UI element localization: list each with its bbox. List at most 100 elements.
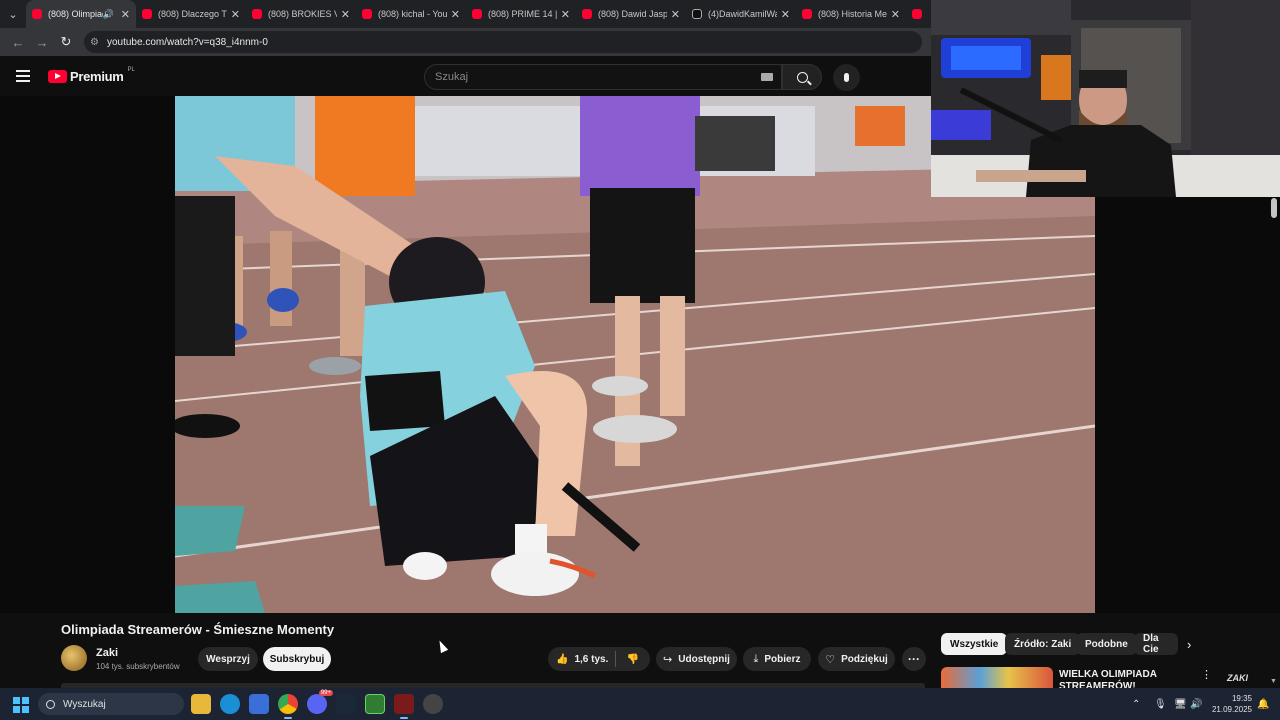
join-button[interactable]: Wesprzyj [198, 647, 258, 671]
browser-tab-5[interactable]: (808) Dawid Jaspe ✕ [576, 0, 686, 28]
download-button[interactable]: ⤓ Pobierz [743, 647, 811, 671]
browser-tab-0[interactable]: (808) Olimpiada 🔊 ✕ [26, 0, 136, 28]
youtube-icon [252, 9, 262, 19]
logo-text: Premium [70, 69, 124, 84]
discord-icon[interactable]: 99+ [307, 690, 333, 714]
dislike-button[interactable]: 👎 [616, 654, 650, 665]
close-tab-icon[interactable]: ✕ [341, 8, 350, 21]
file-explorer-icon[interactable] [191, 694, 211, 714]
menu-icon[interactable] [16, 70, 30, 82]
back-button[interactable]: ← [6, 30, 30, 54]
tab-title: (808) Dawid Jaspe [598, 9, 667, 19]
youtube-icon [912, 9, 922, 19]
close-tab-icon[interactable]: ✕ [561, 8, 570, 21]
chevron-right-icon[interactable]: › [1187, 637, 1191, 652]
thumbs-down-icon: 👎 [626, 653, 640, 665]
like-button[interactable]: 👍 1,6 tys. [548, 651, 616, 667]
thanks-button[interactable]: ♡ Podziękuj [818, 647, 895, 671]
country-code: PL [127, 66, 135, 73]
notifications-icon[interactable]: 🔔 [1257, 688, 1269, 720]
voice-search-button[interactable] [833, 64, 860, 91]
store-icon[interactable] [249, 694, 269, 714]
system-clock[interactable]: 19:35 21.09.2025 [1210, 693, 1252, 715]
close-tab-icon[interactable]: ✕ [671, 8, 680, 21]
scroll-down-arrow[interactable]: ▼ [1270, 678, 1277, 685]
recommendation-thumbnail[interactable] [941, 667, 1053, 688]
chip-source[interactable]: Źródło: Zaki [1005, 633, 1081, 655]
chip-related[interactable]: Podobne [1076, 633, 1137, 655]
join-label: Wesprzyj [206, 653, 250, 665]
tray-chevron-up-icon[interactable]: ⌃ [1132, 688, 1140, 720]
search-input[interactable]: Szukaj [424, 64, 782, 90]
browser-tab-6[interactable]: (4)DawidKamilWa ✕ [686, 0, 796, 28]
search-button[interactable] [782, 64, 822, 90]
keyboard-icon[interactable] [761, 73, 773, 81]
channel-watermark[interactable]: ZAKI [1227, 673, 1248, 683]
tab-title: (808) BROKIES VS [268, 9, 337, 19]
heart-dollar-icon: ♡ [825, 653, 836, 666]
windows-start-icon[interactable] [13, 697, 29, 713]
browser-tab-3[interactable]: (808) kichal - YouT ✕ [356, 0, 466, 28]
steam-icon[interactable] [336, 694, 356, 714]
search-placeholder: Szukaj [435, 71, 469, 83]
address-bar-row: ← → ↻ ⚙ youtube.com/watch?v=q38_i4nnm-0 [0, 28, 931, 56]
close-tab-icon[interactable]: ✕ [231, 8, 240, 21]
youtube-icon [472, 9, 482, 19]
tab-title: (4)DawidKamilWa [708, 9, 777, 19]
search-icon [46, 699, 55, 709]
xbox-app-icon[interactable] [365, 694, 385, 714]
recommendation-title[interactable]: WIELKA OLIMPIADA STREAMERÓW! [1059, 669, 1189, 688]
video-title: Olimpiada Streamerów - Śmieszne Momenty [61, 622, 335, 637]
chip-for-you[interactable]: Dla Cie [1134, 633, 1178, 655]
browser-tab-4[interactable]: (808) PRIME 14 | I ✕ [466, 0, 576, 28]
close-tab-icon[interactable]: ✕ [891, 8, 900, 21]
subscribe-button[interactable]: Subskrybuj [263, 647, 331, 671]
more-actions-button[interactable]: ··· [902, 647, 926, 671]
tab-title: (808) Dlaczego Tr [158, 9, 227, 19]
channel-name[interactable]: Zaki [96, 647, 118, 659]
chip-label: Źródło: Zaki [1014, 638, 1072, 650]
page-scrollbar-thumb[interactable] [1271, 198, 1277, 218]
youtube-icon [802, 9, 812, 19]
chrome-icon[interactable] [278, 694, 298, 719]
chip-all[interactable]: Wszystkie [941, 633, 1008, 655]
browser-tab-overflow[interactable] [906, 0, 926, 28]
tab-search-menu-button[interactable]: ⌄ [0, 0, 26, 28]
close-tab-icon[interactable]: ✕ [121, 8, 130, 21]
taskbar-search-input[interactable]: Wyszukaj [38, 693, 184, 715]
chip-label: Wszystkie [950, 638, 999, 650]
obs-icon[interactable] [423, 694, 443, 714]
url-field[interactable]: ⚙ youtube.com/watch?v=q38_i4nnm-0 [84, 31, 922, 53]
youtube-logo[interactable]: Premium PL [48, 66, 135, 84]
tiktok-icon [692, 9, 702, 19]
subscribe-label: Subskrybuj [269, 653, 325, 665]
more-horizontal-icon: ··· [908, 652, 920, 666]
close-tab-icon[interactable]: ✕ [451, 8, 460, 21]
speaker-icon[interactable]: 🔊 [103, 9, 114, 20]
edge-icon[interactable] [220, 694, 240, 714]
browser-tab-1[interactable]: (808) Dlaczego Tr ✕ [136, 0, 246, 28]
arrow-left-icon: ← [11, 34, 25, 50]
forward-button[interactable]: → [30, 30, 54, 54]
streaming-app-icon[interactable] [394, 694, 414, 719]
chip-label: Dla Cie [1143, 633, 1159, 655]
youtube-icon [32, 9, 42, 19]
site-info-icon[interactable]: ⚙ [90, 37, 99, 48]
download-label: Pobierz [764, 653, 801, 665]
chip-label: Podobne [1085, 638, 1128, 650]
clock-date: 21.09.2025 [1211, 705, 1252, 714]
browser-tab-2[interactable]: (808) BROKIES VS ✕ [246, 0, 356, 28]
channel-avatar[interactable] [61, 645, 87, 671]
tab-title: (808) Olimpiada [48, 9, 103, 19]
volume-icon[interactable]: 🔊 [1190, 688, 1202, 720]
share-button[interactable]: ↪ Udostępnij [656, 647, 737, 671]
youtube-icon [582, 9, 592, 19]
close-tab-icon[interactable]: ✕ [781, 8, 790, 21]
browser-tab-7[interactable]: (808) Historia Me ✕ [796, 0, 906, 28]
windows-taskbar: Wyszukaj 99+ ⌃ 🎙 🖥 🔊 19:35 21.09.2025 🔔 [0, 688, 1280, 720]
network-icon[interactable]: 🖥 [1174, 688, 1187, 720]
more-vertical-icon[interactable]: ⋮ [1201, 668, 1212, 681]
reload-button[interactable]: ↻ [54, 30, 78, 54]
notification-badge: 99+ [318, 690, 333, 696]
tray-microphone-icon[interactable]: 🎙 [1154, 688, 1167, 720]
